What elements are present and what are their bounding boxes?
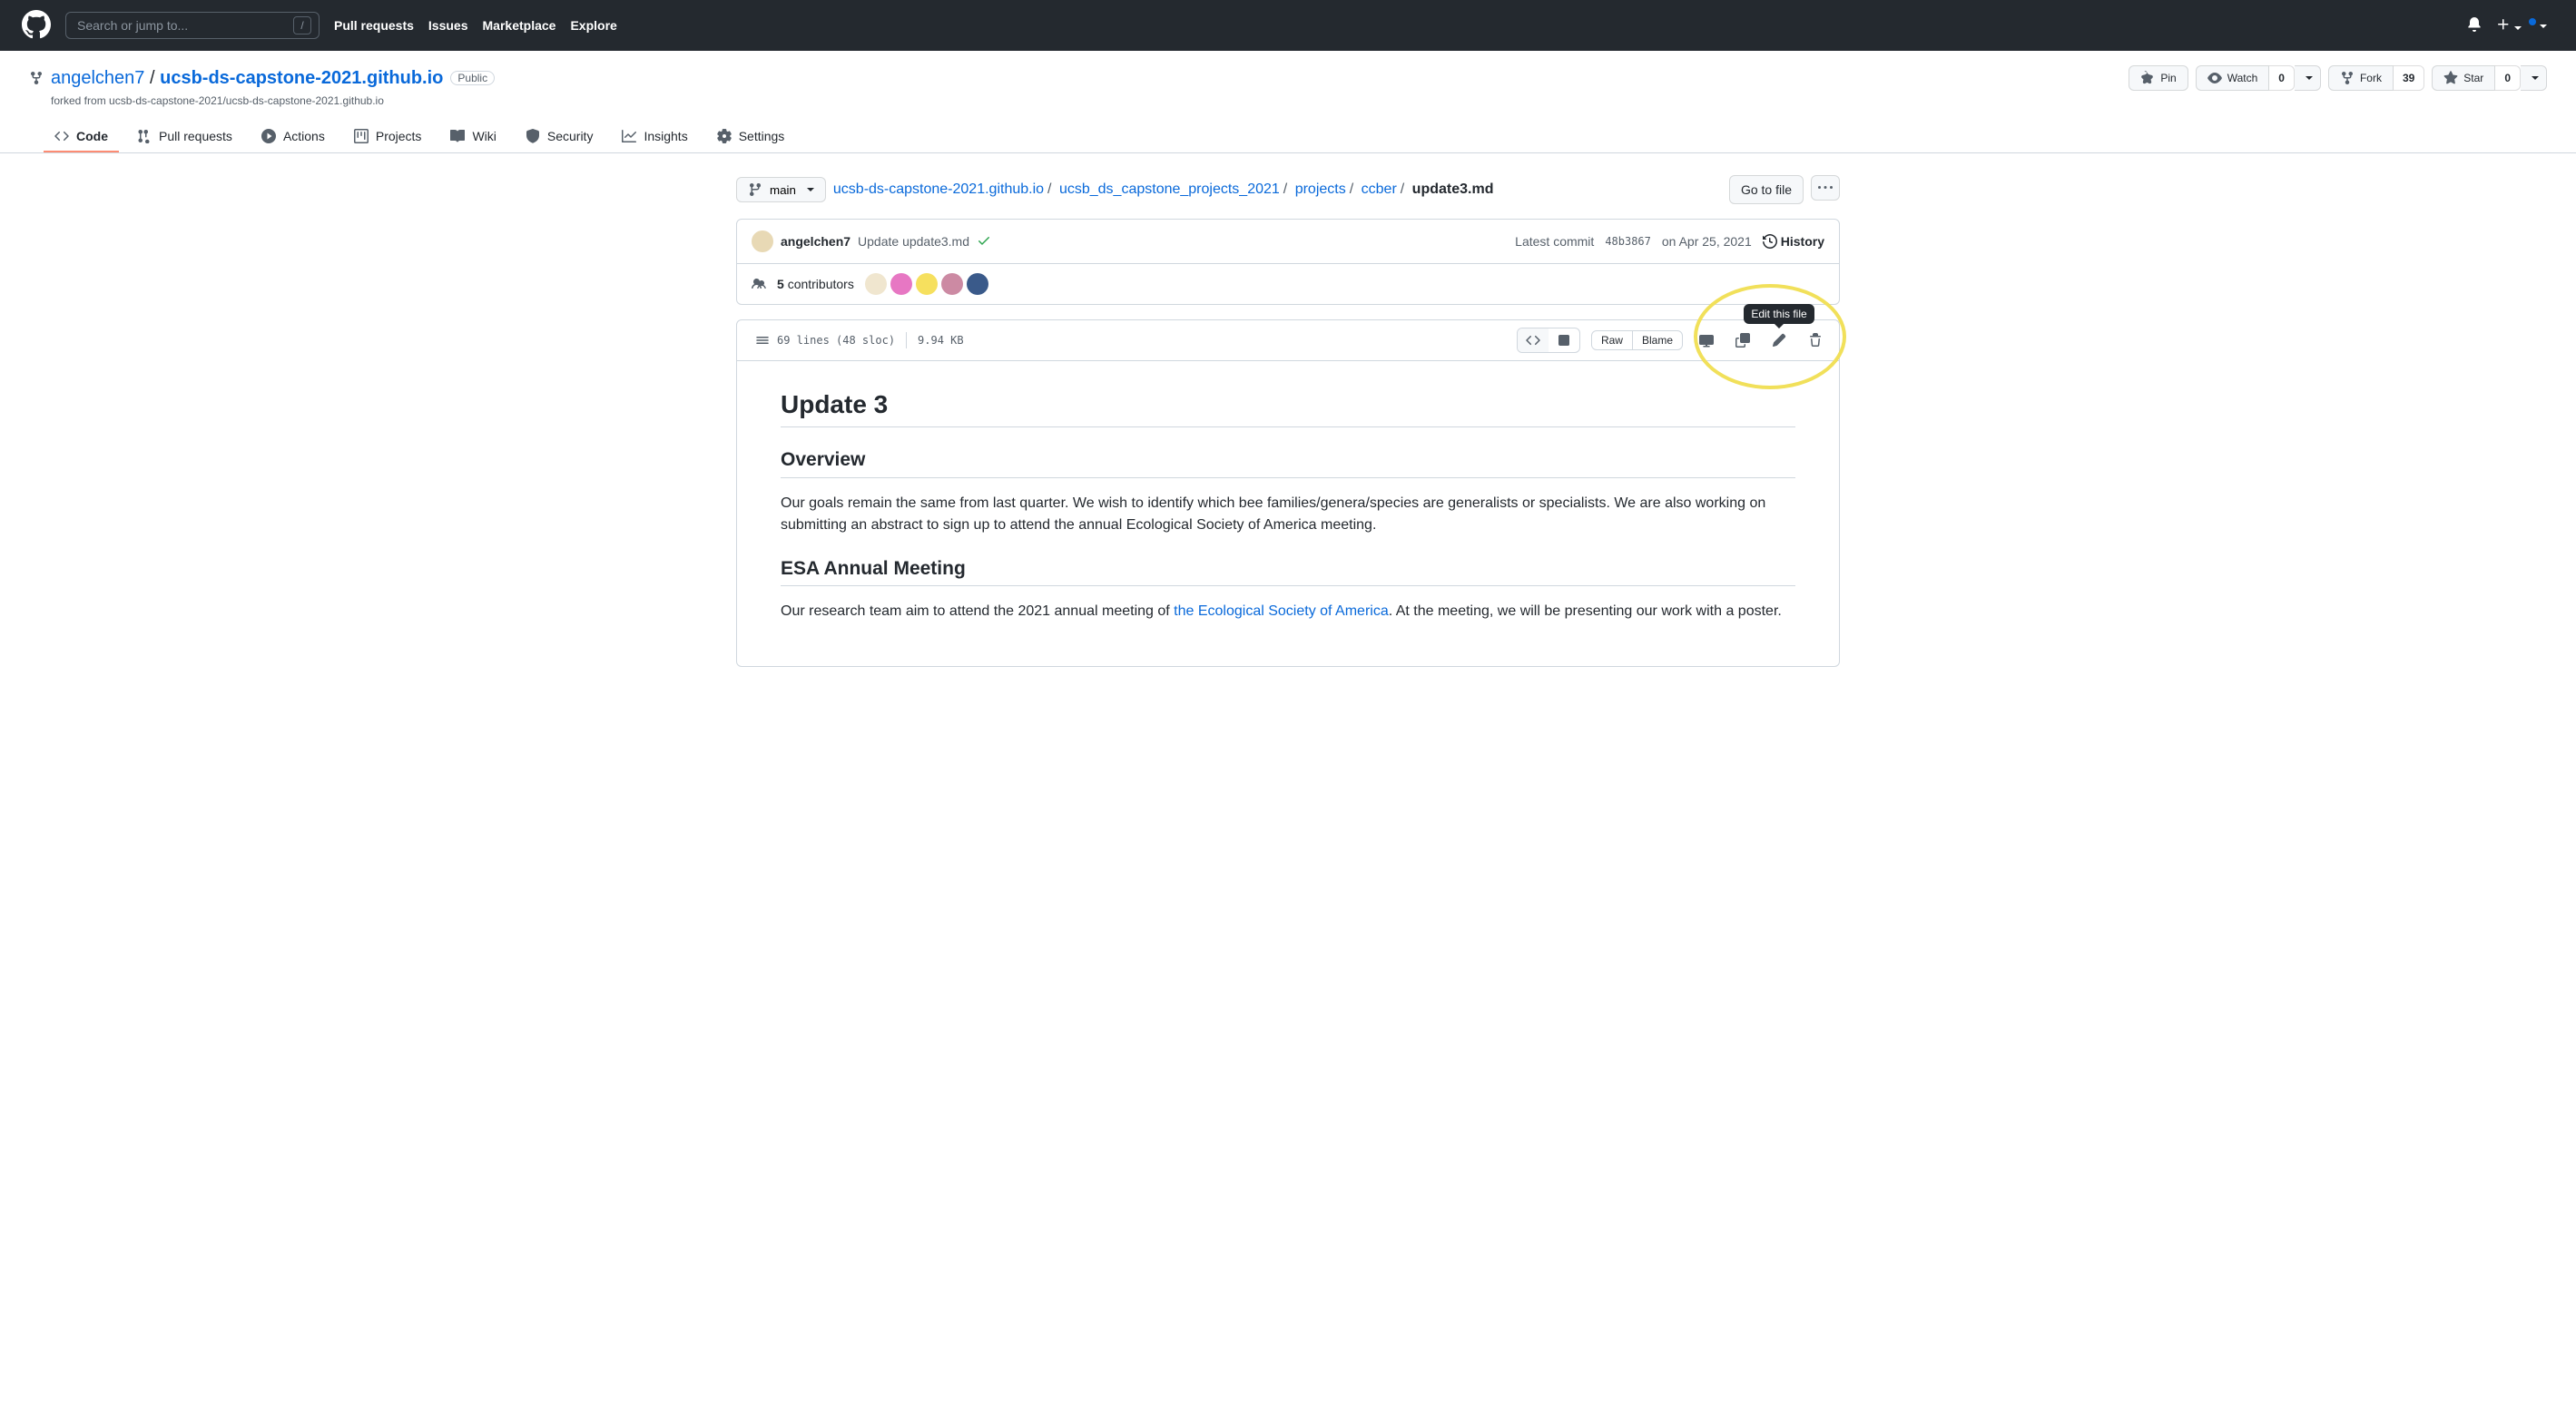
commit-message[interactable]: Update update3.md	[858, 234, 969, 249]
md-p-esa: Our research team aim to attend the 2021…	[781, 601, 1795, 622]
search-placeholder: Search or jump to...	[77, 18, 188, 33]
star-label: Star	[2463, 72, 2483, 84]
esa-link[interactable]: the Ecological Society of America	[1174, 603, 1389, 619]
raw-button[interactable]: Raw	[1592, 331, 1633, 349]
tab-wiki[interactable]: Wiki	[439, 122, 506, 152]
markdown-body: Update 3 Overview Our goals remain the s…	[737, 361, 1839, 666]
watch-label: Watch	[2227, 72, 2258, 84]
copy-icon[interactable]	[1730, 328, 1755, 353]
author-avatar[interactable]	[752, 230, 773, 252]
crumb-root[interactable]: ucsb-ds-capstone-2021.github.io	[833, 181, 1044, 197]
line-count: 69 lines (48 sloc)	[777, 334, 895, 347]
latest-commit-label: Latest commit	[1515, 234, 1594, 249]
tab-security[interactable]: Security	[515, 122, 605, 152]
path-sep: /	[150, 68, 160, 88]
tab-code[interactable]: Code	[44, 122, 119, 152]
pin-label: Pin	[2160, 72, 2176, 84]
contributor-avatar[interactable]	[916, 273, 938, 295]
github-logo[interactable]	[22, 10, 51, 42]
tab-insights[interactable]: Insights	[611, 122, 698, 152]
branch-name: main	[770, 183, 796, 197]
md-p-overview: Our goals remain the same from last quar…	[781, 493, 1795, 536]
more-button[interactable]	[1811, 175, 1840, 201]
nav-issues[interactable]: Issues	[428, 18, 468, 33]
search-input[interactable]: Search or jump to... /	[65, 12, 320, 39]
repo-owner-link[interactable]: angelchen7	[51, 68, 144, 88]
source-view-button[interactable]	[1518, 328, 1549, 352]
pin-button[interactable]: Pin	[2129, 65, 2188, 91]
view-toggle	[1517, 328, 1580, 353]
nav-marketplace[interactable]: Marketplace	[483, 18, 556, 33]
contributor-avatars	[865, 273, 988, 295]
md-h2-esa: ESA Annual Meeting	[781, 558, 1795, 586]
contributor-avatar[interactable]	[967, 273, 988, 295]
fork-count[interactable]: 39	[2394, 65, 2424, 91]
divider	[906, 332, 907, 348]
watch-dropdown[interactable]	[2295, 65, 2321, 91]
crumb-file: update3.md	[1412, 181, 1494, 197]
fork-group: Fork 39	[2328, 65, 2424, 91]
fork-label: Fork	[2360, 72, 2382, 84]
star-button[interactable]: Star	[2432, 65, 2495, 91]
delete-icon[interactable]	[1803, 328, 1828, 353]
nav-explore[interactable]: Explore	[570, 18, 616, 33]
commit-date: on Apr 25, 2021	[1662, 234, 1752, 249]
tab-projects[interactable]: Projects	[343, 122, 433, 152]
bell-icon[interactable]	[2467, 17, 2482, 34]
watch-count[interactable]: 0	[2269, 65, 2295, 91]
toc-button[interactable]	[748, 328, 777, 353]
slash-shortcut: /	[293, 16, 311, 34]
desktop-icon[interactable]	[1694, 328, 1719, 353]
file-size: 9.94 KB	[918, 334, 964, 347]
raw-blame-group: Raw Blame	[1591, 330, 1683, 350]
edit-tooltip: Edit this file	[1744, 304, 1814, 324]
go-to-file-button[interactable]: Go to file	[1729, 175, 1804, 204]
branch-button[interactable]: main	[736, 177, 826, 202]
contributor-avatar[interactable]	[890, 273, 912, 295]
repo-nav: Code Pull requests Actions Projects Wiki…	[29, 122, 2547, 152]
crumb-l2[interactable]: projects	[1295, 181, 1346, 197]
contributor-avatar[interactable]	[865, 273, 887, 295]
fork-button[interactable]: Fork	[2328, 65, 2394, 91]
crumb-l1[interactable]: ucsb_ds_capstone_projects_2021	[1059, 181, 1280, 197]
rendered-view-button[interactable]	[1549, 328, 1579, 352]
star-dropdown[interactable]	[2521, 65, 2547, 91]
forked-from-link[interactable]: ucsb-ds-capstone-2021/ucsb-ds-capstone-2…	[109, 94, 384, 107]
breadcrumb: ucsb-ds-capstone-2021.github.io/ ucsb_ds…	[833, 181, 1494, 198]
visibility-label: Public	[450, 71, 495, 85]
file-box: 69 lines (48 sloc) 9.94 KB Raw Blame Edi…	[736, 319, 1840, 667]
md-h1: Update 3	[781, 390, 1795, 427]
commit-sha[interactable]: 48b3867	[1605, 235, 1651, 248]
repo-name-link[interactable]: ucsb-ds-capstone-2021.github.io	[160, 68, 443, 88]
user-avatar[interactable]	[2536, 18, 2547, 33]
blame-button[interactable]: Blame	[1633, 331, 1682, 349]
star-group: Star 0	[2432, 65, 2547, 91]
tab-actions[interactable]: Actions	[251, 122, 336, 152]
watch-group: Watch 0	[2196, 65, 2321, 91]
commit-box: angelchen7 Update update3.md Latest comm…	[736, 219, 1840, 305]
tab-settings[interactable]: Settings	[706, 122, 796, 152]
nav-pull-requests[interactable]: Pull requests	[334, 18, 414, 33]
md-h2-overview: Overview	[781, 449, 1795, 477]
star-count[interactable]: 0	[2495, 65, 2521, 91]
check-icon[interactable]	[977, 233, 991, 250]
contributors-text: 5 contributors	[777, 277, 854, 291]
forked-from: forked from ucsb-ds-capstone-2021/ucsb-d…	[51, 94, 2547, 107]
watch-button[interactable]: Watch	[2196, 65, 2270, 91]
history-link[interactable]: History	[1763, 234, 1824, 249]
edit-icon[interactable]: Edit this file	[1766, 328, 1792, 353]
chevron-down-icon	[807, 188, 814, 191]
commit-author[interactable]: angelchen7	[781, 234, 850, 249]
top-nav: Pull requests Issues Marketplace Explore	[334, 18, 617, 33]
contributor-avatar[interactable]	[941, 273, 963, 295]
crumb-l3[interactable]: ccber	[1362, 181, 1397, 197]
repo-title: angelchen7 / ucsb-ds-capstone-2021.githu…	[51, 68, 443, 89]
plus-icon[interactable]	[2496, 17, 2522, 34]
tab-pull-requests[interactable]: Pull requests	[126, 122, 243, 152]
